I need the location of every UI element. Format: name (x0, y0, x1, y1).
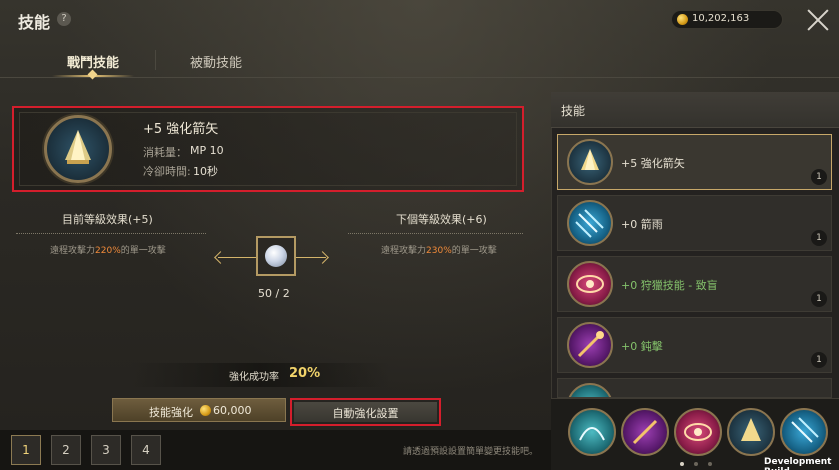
enhanced-arrow-icon (44, 115, 112, 183)
cost-label: 消耗量： (143, 146, 187, 159)
gold-coin-icon (677, 14, 688, 25)
eye-icon[interactable] (674, 408, 722, 456)
arrow-rain-icon (567, 200, 613, 246)
preset-2-button[interactable]: 2 (51, 435, 81, 465)
quickbar-page-dot[interactable] (708, 462, 712, 466)
current-desc-post: 的單一攻擊 (120, 246, 166, 256)
quickbar-page-dot[interactable] (694, 462, 698, 466)
current-desc-percent: 220% (95, 246, 121, 256)
cost-value: MP 10 (190, 144, 224, 157)
auto-enhance-settings-label: 自動強化設置 (332, 407, 399, 420)
dotted-divider-left (16, 233, 206, 235)
tab-combat-skills[interactable]: 戰鬥技能 (67, 52, 119, 71)
skill-list-item-name: +5 強化箭矢 (621, 157, 685, 170)
skill-list-item-name: +0 箭雨 (621, 218, 663, 231)
skill-list-item[interactable]: +0 狩獵技能 - 致盲 1 (557, 256, 832, 312)
page-title: 技能 (18, 13, 51, 32)
skill-list-item-badge: 1 (811, 291, 827, 307)
material-count: 50 / 2 (258, 287, 290, 300)
dotted-divider-right (348, 233, 523, 235)
next-desc-pre: 遠程攻擊力 (381, 246, 427, 256)
skill-list-item-badge: 1 (811, 352, 827, 368)
skill-list-item-partial[interactable] (557, 378, 832, 398)
cooldown-label: 冷卻時間: (143, 165, 191, 178)
current-desc-pre: 遠程攻擊力 (50, 246, 96, 256)
skill-list-item[interactable]: +0 鈍擊 1 (557, 317, 832, 373)
tabs-divider (0, 77, 839, 78)
success-rate-label: 強化成功率 (229, 372, 279, 383)
skill-list-item[interactable]: +0 箭雨 1 (557, 195, 832, 251)
gold-coin-icon (200, 405, 211, 416)
blunt-strike-icon (567, 322, 613, 368)
preset-1-button[interactable]: 1 (11, 435, 41, 465)
skill-list-title: 技能 (561, 104, 586, 118)
skill-list-item[interactable]: +5 強化箭矢 1 (557, 134, 832, 190)
tab-passive-skills[interactable]: 被動技能 (190, 52, 242, 71)
help-icon[interactable]: ? (57, 12, 71, 26)
quickbar-page-dot[interactable] (680, 462, 684, 466)
gold-amount: 10,202,163 (692, 13, 750, 24)
gold-display: 10,202,163 (671, 10, 783, 29)
next-desc-post: 的單一攻擊 (451, 246, 497, 256)
cooldown-value: 10秒 (193, 165, 218, 178)
preset-hint: 請透過預設設置簡單變更技能吧。 (403, 447, 539, 457)
current-level-effect-title: 目前等級效果(+5) (62, 213, 153, 226)
skill-list-item-name: +0 狩獵技能 - 致盲 (621, 279, 718, 292)
arrow-rain-icon[interactable] (780, 408, 828, 456)
next-level-effect-desc: 遠程攻擊力230%的單一攻擊 (381, 243, 497, 256)
close-icon[interactable] (806, 8, 830, 32)
blunt-strike-icon[interactable] (621, 408, 669, 456)
enhance-material-slot[interactable] (256, 236, 296, 276)
skill-list-item-name: +0 鈍擊 (621, 340, 663, 353)
success-rate-value: 20% (289, 366, 321, 381)
tab-separator (155, 50, 156, 70)
skill-list-header (551, 92, 839, 128)
eye-icon (567, 261, 613, 307)
auto-enhance-settings-button[interactable]: 自動強化設置 (290, 398, 441, 426)
next-level-effect-title: 下個等級效果(+6) (396, 213, 487, 226)
arrow-icon (567, 139, 613, 185)
skill-list-item-badge: 1 (811, 230, 827, 246)
skill-list-item-badge: 1 (811, 169, 827, 185)
next-desc-percent: 230% (426, 246, 452, 256)
auto-enhance-settings-inner: 自動強化設置 (294, 402, 437, 422)
skill-enhance-label: 技能強化 (149, 406, 193, 419)
skill-name: +5 強化箭矢 (143, 122, 219, 137)
preset-3-button[interactable]: 3 (91, 435, 121, 465)
skill-enhance-cost: 60,000 (213, 404, 252, 417)
preset-4-button[interactable]: 4 (131, 435, 161, 465)
current-level-effect-desc: 遠程攻擊力220%的單一攻擊 (50, 243, 166, 256)
crystal-orb-icon (265, 245, 287, 267)
arc-icon (567, 383, 613, 397)
skill-enhance-button[interactable]: 技能強化 60,000 (112, 398, 286, 422)
arrow-icon[interactable] (727, 408, 775, 456)
arc-icon[interactable] (568, 408, 616, 456)
development-build-label: Development Build (764, 457, 832, 470)
